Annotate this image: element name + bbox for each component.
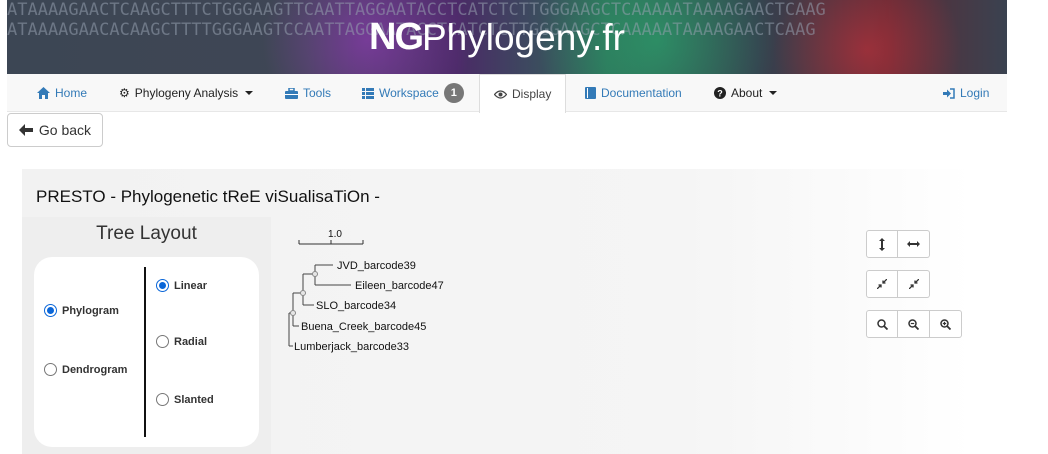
scale-bar: 1.0	[298, 229, 364, 245]
book-icon	[585, 87, 596, 99]
logo-text: Phylogeny.fr	[422, 16, 625, 58]
logo-ng: NG	[369, 16, 424, 58]
scale-label: 1.0	[328, 229, 342, 240]
main-navbar: Home ⚙ Phylogeny Analysis Tools Workspac…	[7, 74, 1007, 113]
leaf-label[interactable]: Eileen_barcode47	[355, 280, 444, 292]
sign-in-icon	[943, 87, 955, 99]
expand-horizontal-button[interactable]	[898, 230, 930, 258]
nav-home[interactable]: Home	[37, 74, 87, 112]
nav-about[interactable]: ? About	[714, 74, 778, 112]
leaf-label[interactable]: Lumberjack_barcode33	[294, 341, 409, 353]
nav-analysis-label: Phylogeny Analysis	[134, 86, 239, 100]
zoom-in-button[interactable]	[930, 310, 962, 338]
radio-slanted[interactable]: Slanted	[156, 393, 214, 406]
nav-workspace-label: Workspace	[379, 86, 439, 100]
nav-tools-label: Tools	[303, 86, 332, 100]
radio-dendrogram[interactable]: Dendrogram	[44, 363, 127, 376]
tree-node[interactable]	[300, 290, 306, 296]
nav-display-label: Display	[512, 87, 552, 101]
tree-node[interactable]	[290, 310, 296, 316]
site-logo[interactable]: NG Phylogeny.fr	[369, 16, 625, 59]
site-banner: ATAAAAGAACTCAAGCTTTCTGGGAAGTTCAATTAGGAAT…	[7, 0, 1007, 74]
svg-text:?: ?	[717, 89, 723, 99]
radio-radial-label: Radial	[174, 335, 208, 348]
radio-linear-dot[interactable]	[156, 279, 169, 292]
compress-icon	[877, 279, 887, 289]
chevron-down-icon	[245, 91, 254, 95]
radio-slanted-label: Slanted	[174, 393, 214, 406]
radio-slanted-dot[interactable]	[156, 393, 169, 406]
arrow-left-icon	[18, 124, 33, 136]
options-divider	[144, 267, 146, 437]
nav-home-label: Home	[55, 86, 88, 100]
radio-linear[interactable]: Linear	[156, 279, 207, 292]
toolbox-icon	[285, 87, 298, 99]
radio-phylogram-dot[interactable]	[44, 304, 57, 317]
leaf-label[interactable]: SLO_barcode34	[316, 300, 396, 312]
radio-dendrogram-label: Dendrogram	[62, 363, 128, 376]
zoom-out-button[interactable]	[898, 310, 930, 338]
leaf-label[interactable]: Buena_Creek_barcode45	[301, 321, 426, 333]
tree-layout-title: Tree Layout	[96, 223, 197, 244]
tree-layout-sidebar: Tree Layout Phylogram Dendrogram Linear …	[22, 217, 271, 454]
radio-phylogram-label: Phylogram	[62, 304, 119, 317]
gear-icon: ⚙	[119, 86, 130, 100]
compress-tree-button[interactable]	[866, 270, 898, 298]
arrows-vertical-icon	[879, 237, 885, 251]
chevron-down-icon	[769, 91, 778, 95]
zoom-out-icon	[908, 318, 919, 330]
phylogenetic-tree: 1.0 JVD_barcode39 Eileen_barcode47 SLO_b…	[288, 229, 444, 353]
tree-layout-options: Phylogram Dendrogram Linear Radial Slant…	[34, 257, 259, 447]
go-back-button[interactable]: Go back	[7, 113, 103, 147]
eye-icon	[494, 89, 507, 99]
nav-display[interactable]: Display	[479, 74, 567, 113]
question-circle-icon: ?	[714, 87, 726, 99]
list-icon	[362, 87, 374, 99]
nav-tools[interactable]: Tools	[285, 74, 331, 112]
search-icon	[876, 318, 888, 330]
panel-title: PRESTO - Phylogenetic tReE viSualisaTiOn…	[36, 187, 380, 206]
compress-alt-icon	[908, 279, 919, 289]
nav-phylogeny-analysis[interactable]: ⚙ Phylogeny Analysis	[119, 74, 254, 112]
search-button[interactable]	[866, 310, 898, 338]
tree-node[interactable]	[312, 271, 318, 277]
radio-radial-dot[interactable]	[156, 335, 169, 348]
nav-documentation[interactable]: Documentation	[585, 74, 682, 112]
zoom-in-icon	[940, 318, 951, 330]
compress-tree-alt-button[interactable]	[898, 270, 930, 298]
go-back-label: Go back	[38, 122, 92, 138]
arrows-horizontal-icon	[907, 241, 920, 247]
radio-dendrogram-dot[interactable]	[44, 363, 57, 376]
nav-workspace[interactable]: Workspace 1	[362, 74, 464, 112]
radio-linear-label: Linear	[174, 279, 208, 292]
radio-radial[interactable]: Radial	[156, 335, 207, 348]
nav-documentation-label: Documentation	[601, 86, 682, 100]
leaf-label[interactable]: JVD_barcode39	[337, 260, 416, 272]
nav-about-label: About	[731, 86, 763, 100]
nav-login[interactable]: Login	[943, 74, 989, 112]
workspace-count-badge: 1	[443, 83, 464, 103]
nav-login-label: Login	[960, 86, 990, 100]
home-icon	[37, 87, 50, 99]
radio-phylogram[interactable]: Phylogram	[44, 304, 119, 317]
expand-vertical-button[interactable]	[866, 230, 898, 258]
